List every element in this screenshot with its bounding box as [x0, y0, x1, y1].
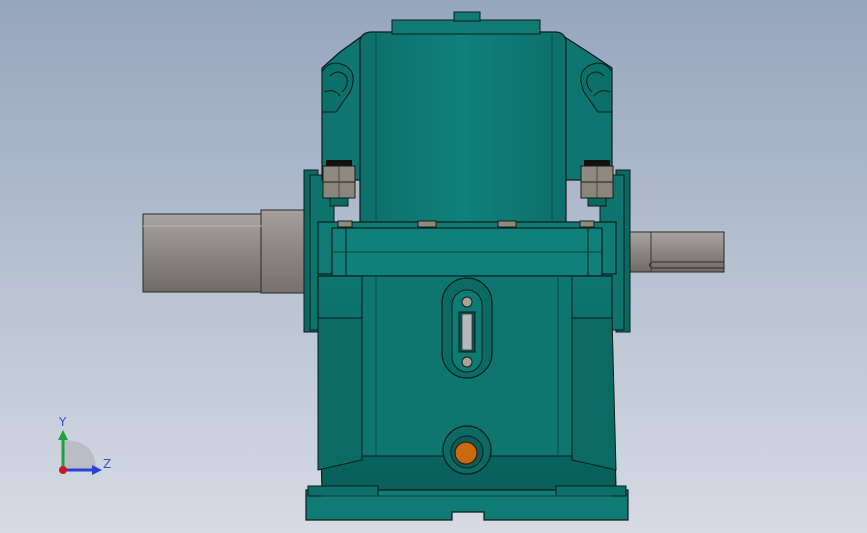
right-shaft[interactable] — [629, 231, 725, 273]
left-shaft[interactable] — [142, 209, 306, 294]
oil-sight-glass[interactable] — [441, 277, 493, 379]
split-line-flange[interactable] — [317, 221, 617, 277]
y-axis-label: Y — [58, 415, 67, 429]
drain-plug[interactable] — [442, 425, 492, 475]
gearbox-scene[interactable]: Y Z — [0, 0, 867, 533]
cad-viewport[interactable]: Y Z — [0, 0, 867, 533]
z-axis-label: Z — [103, 457, 111, 471]
